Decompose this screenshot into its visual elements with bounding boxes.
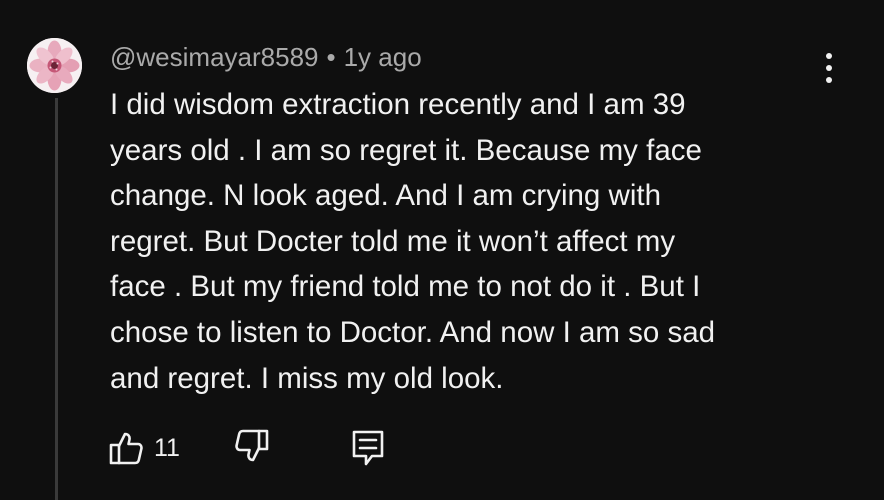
comment-timestamp[interactable]: 1y ago	[344, 42, 422, 72]
reply-button[interactable]	[350, 428, 386, 468]
more-vertical-icon-dot	[826, 65, 832, 71]
more-vertical-icon-dot	[826, 77, 832, 83]
reply-comment-icon	[352, 430, 384, 466]
reply-thread-line	[55, 98, 58, 500]
more-vertical-icon	[826, 53, 832, 59]
comment-line: years old . I am so regret it. Because m…	[110, 133, 702, 167]
comment-line: and regret. I miss my old look.	[110, 361, 504, 395]
comment-line: face . But my friend told me to not do i…	[110, 270, 701, 304]
like-button[interactable]: 11	[108, 428, 180, 468]
pink-flower-avatar-icon	[27, 38, 82, 93]
comment-line: chose to listen to Doctor. And now I am …	[110, 315, 716, 349]
like-count: 11	[154, 434, 180, 462]
meta-separator: •	[326, 42, 336, 72]
comment-author[interactable]: @wesimayar8589	[110, 42, 318, 72]
dislike-button[interactable]	[234, 428, 270, 464]
comment-header: @wesimayar8589 • 1y ago	[110, 41, 422, 73]
comment-line: regret. But Docter told me it won’t affe…	[110, 224, 676, 258]
comment-text: I did wisdom extraction recently and I a…	[110, 82, 810, 401]
comment-action-menu-button[interactable]	[812, 46, 846, 90]
comment-line: I did wisdom extraction recently and I a…	[110, 88, 686, 121]
thumbs-up-icon	[109, 432, 143, 465]
thumbs-down-icon	[235, 429, 269, 462]
comment-line: change. N look aged. And I am crying wit…	[110, 179, 661, 213]
avatar[interactable]	[27, 38, 82, 93]
